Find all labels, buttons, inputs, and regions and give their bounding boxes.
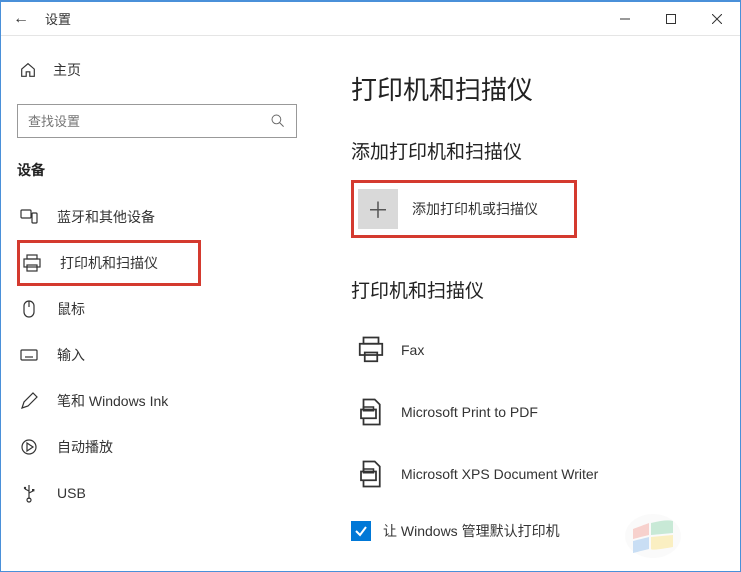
- sidebar-item-label: 蓝牙和其他设备: [57, 207, 155, 227]
- printer-item-pdf[interactable]: Microsoft Print to PDF: [351, 381, 716, 443]
- printer-name: Microsoft XPS Document Writer: [401, 466, 598, 482]
- window-title: 设置: [45, 9, 71, 28]
- sidebar-item-pen[interactable]: 笔和 Windows Ink: [17, 378, 305, 424]
- titlebar: ← 设置: [1, 2, 740, 36]
- printer-name: Microsoft Print to PDF: [401, 404, 538, 420]
- printers-list-title: 打印机和扫描仪: [351, 276, 716, 303]
- add-section-title: 添加打印机和扫描仪: [351, 137, 716, 164]
- search-box[interactable]: [17, 104, 297, 138]
- sidebar-item-label: 自动播放: [57, 437, 113, 457]
- close-button[interactable]: [694, 2, 740, 36]
- keyboard-icon: [19, 345, 39, 365]
- sidebar-item-autoplay[interactable]: 自动播放: [17, 424, 305, 470]
- minimize-button[interactable]: [602, 2, 648, 36]
- plus-icon: ＋: [358, 189, 398, 229]
- sidebar-item-bluetooth[interactable]: 蓝牙和其他设备: [17, 194, 305, 240]
- mouse-icon: [19, 299, 39, 319]
- add-printer-label: 添加打印机或扫描仪: [412, 199, 538, 219]
- printer-item-xps[interactable]: Microsoft XPS Document Writer: [351, 443, 716, 505]
- search-icon: [270, 113, 286, 129]
- add-printer-button[interactable]: ＋ 添加打印机或扫描仪: [351, 180, 577, 238]
- section-devices: 设备: [17, 160, 305, 180]
- settings-window: ← 设置 主页 设备 蓝牙和其他设备 打印机和扫描仪: [0, 0, 741, 572]
- printer-name: Fax: [401, 342, 424, 358]
- maximize-button[interactable]: [648, 2, 694, 36]
- usb-icon: [19, 483, 39, 503]
- sidebar-item-label: 笔和 Windows Ink: [57, 391, 168, 411]
- sidebar-item-printers[interactable]: 打印机和扫描仪: [17, 240, 201, 286]
- pen-icon: [19, 391, 39, 411]
- sidebar-item-typing[interactable]: 输入: [17, 332, 305, 378]
- home-link[interactable]: 主页: [17, 54, 305, 86]
- autoplay-icon: [19, 437, 39, 457]
- sidebar-item-label: 输入: [57, 345, 85, 365]
- printer-document-icon: [351, 459, 391, 489]
- sidebar-item-label: 打印机和扫描仪: [60, 253, 158, 273]
- printer-device-icon: [351, 335, 391, 365]
- printer-document-icon: [351, 397, 391, 427]
- back-button[interactable]: ←: [1, 10, 41, 28]
- printer-icon: [22, 253, 42, 273]
- sidebar-item-usb[interactable]: USB: [17, 470, 305, 516]
- windows-logo-watermark: [623, 511, 683, 566]
- main-panel: 打印机和扫描仪 添加打印机和扫描仪 ＋ 添加打印机或扫描仪 打印机和扫描仪 Fa…: [321, 36, 740, 571]
- devices-icon: [19, 207, 39, 227]
- home-label: 主页: [53, 60, 81, 80]
- check-icon: [354, 524, 368, 538]
- default-printer-label: 让 Windows 管理默认打印机: [383, 521, 560, 541]
- sidebar-item-label: 鼠标: [57, 299, 85, 319]
- sidebar: 主页 设备 蓝牙和其他设备 打印机和扫描仪 鼠标 输入: [1, 36, 321, 571]
- content-area: 主页 设备 蓝牙和其他设备 打印机和扫描仪 鼠标 输入: [1, 36, 740, 571]
- home-icon: [19, 61, 37, 79]
- checkbox-checked[interactable]: [351, 521, 371, 541]
- page-title: 打印机和扫描仪: [351, 70, 716, 107]
- printer-item-fax[interactable]: Fax: [351, 319, 716, 381]
- search-input[interactable]: [28, 114, 270, 129]
- sidebar-item-label: USB: [57, 485, 86, 501]
- sidebar-item-mouse[interactable]: 鼠标: [17, 286, 305, 332]
